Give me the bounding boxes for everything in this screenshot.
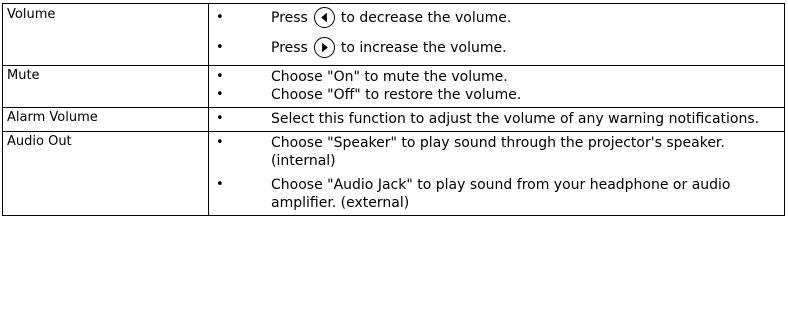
row-label: Mute: [2, 65, 209, 108]
settings-table: Volume • Press to decrease the volume. • …: [2, 3, 785, 216]
row-description: • Select this function to adjust the vol…: [208, 107, 785, 132]
row-description: • Choose "On" to mute the volume. • Choo…: [208, 65, 785, 108]
item-text-post: to increase the volume.: [340, 40, 507, 56]
table-row-audio-out: Audio Out • Choose "Speaker" to play sou…: [2, 131, 785, 216]
list-item: • Choose "On" to mute the volume.: [209, 68, 784, 86]
row-label: Audio Out: [2, 131, 209, 216]
bullet-icon: •: [216, 10, 224, 25]
item-text: Select this function to adjust the volum…: [271, 111, 760, 127]
row-label: Alarm Volume: [2, 107, 209, 132]
table-row-mute: Mute • Choose "On" to mute the volume. •…: [2, 65, 785, 108]
right-arrow-icon: [313, 36, 335, 58]
left-arrow-icon: [313, 6, 335, 28]
bullet-icon: •: [216, 40, 224, 55]
item-text-pre: Press: [271, 10, 308, 26]
bullet-icon: •: [216, 177, 224, 192]
item-text-pre: Press: [271, 40, 308, 56]
item-text: Choose "On" to mute the volume.: [271, 69, 508, 85]
item-text: Choose "Off" to restore the volume.: [271, 87, 522, 103]
item-text: Choose "Audio Jack" to play sound from y…: [271, 177, 731, 211]
row-description: • Choose "Speaker" to play sound through…: [208, 131, 785, 216]
bullet-icon: •: [216, 87, 224, 102]
table-row-alarm-volume: Alarm Volume • Select this function to a…: [2, 107, 785, 132]
list-item: • Choose "Speaker" to play sound through…: [209, 134, 784, 170]
list-item: • Press to decrease the volume.: [209, 6, 784, 32]
row-description: • Press to decrease the volume. • Press to…: [208, 3, 785, 66]
list-item: • Choose "Off" to restore the volume.: [209, 86, 784, 104]
row-label: Volume: [2, 3, 209, 66]
table-row-volume: Volume • Press to decrease the volume. • …: [2, 3, 785, 66]
list-item: • Press to increase the volume.: [209, 36, 784, 62]
list-item: • Choose "Audio Jack" to play sound from…: [209, 176, 784, 212]
item-text: Choose "Speaker" to play sound through t…: [271, 135, 725, 169]
bullet-icon: •: [216, 111, 224, 126]
bullet-icon: •: [216, 135, 224, 150]
list-item: • Select this function to adjust the vol…: [209, 110, 784, 128]
item-text-post: to decrease the volume.: [340, 10, 512, 26]
bullet-icon: •: [216, 69, 224, 84]
